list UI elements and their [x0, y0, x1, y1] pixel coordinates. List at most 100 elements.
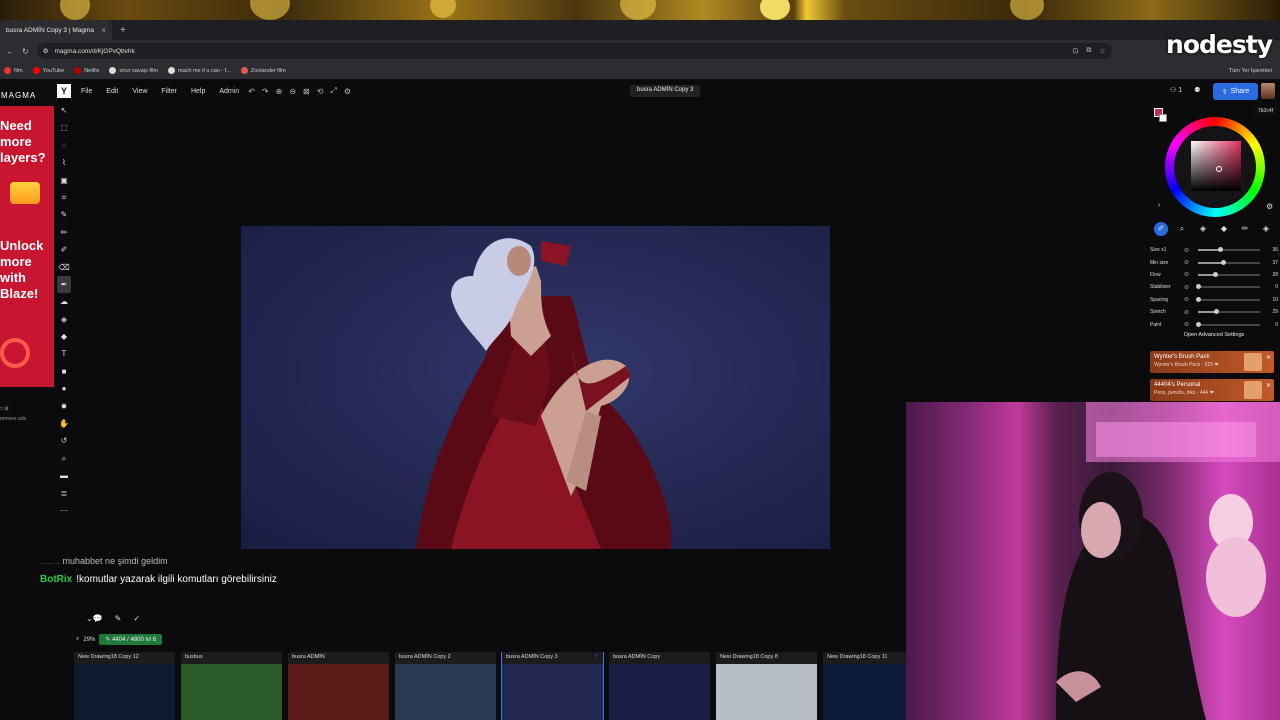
- guides-tool-icon[interactable]: ≣: [57, 485, 71, 502]
- hand-tool-icon[interactable]: ✋: [57, 415, 71, 432]
- rotate-view-icon[interactable]: ↺: [57, 432, 71, 449]
- pencil-tool-icon[interactable]: ✏: [57, 224, 71, 241]
- share-button[interactable]: ⇪ Share: [1213, 83, 1258, 100]
- zoom-icon[interactable]: ⌕: [76, 636, 79, 643]
- undo-icon[interactable]: ↶: [248, 87, 262, 96]
- new-tab-icon[interactable]: +: [120, 25, 126, 36]
- menu-filter[interactable]: Filter: [156, 88, 186, 95]
- check-icon[interactable]: ✓: [133, 614, 140, 623]
- fit-icon[interactable]: ⊠: [303, 87, 317, 96]
- bookmark-item[interactable]: Netflix: [74, 67, 99, 74]
- pressure-icon[interactable]: ⊘: [1184, 247, 1196, 254]
- slider-handle[interactable]: [1213, 309, 1219, 315]
- color-settings-icon[interactable]: ⚙: [1266, 202, 1273, 211]
- setting-slider[interactable]: [1198, 259, 1260, 265]
- bookmark-item[interactable]: Zoolander film: [240, 67, 286, 74]
- setting-slider[interactable]: [1198, 271, 1260, 277]
- bookmark-item[interactable]: onur savaşı film: [109, 67, 158, 74]
- add-user-icon[interactable]: ⚉: [1194, 87, 1200, 94]
- install-icon[interactable]: ⊡: [1073, 47, 1079, 55]
- brush-chat-icon[interactable]: ✎: [115, 614, 122, 623]
- chat-toggle-icon[interactable]: ⌄💬: [86, 614, 103, 623]
- pressure-icon[interactable]: ⊘: [1184, 309, 1196, 316]
- menu-view[interactable]: View: [127, 88, 156, 95]
- text-tool-icon[interactable]: T: [57, 345, 71, 362]
- brush-preset-6-icon[interactable]: ◈: [1259, 222, 1273, 236]
- slider-handle[interactable]: [1196, 296, 1201, 302]
- translate-icon[interactable]: ⧉: [1086, 47, 1091, 55]
- pressure-icon[interactable]: ⊘: [1184, 296, 1196, 303]
- brush-preset-1-icon[interactable]: ✐: [1154, 222, 1168, 236]
- zoom-in-icon[interactable]: ⊕: [276, 87, 290, 96]
- zoom-out-icon[interactable]: ⊖: [289, 87, 303, 96]
- smudge-tool-icon[interactable]: ☁: [57, 293, 71, 310]
- magic-wand-icon[interactable]: ⌇: [57, 154, 71, 171]
- close-tab-icon[interactable]: ×: [101, 26, 106, 35]
- drawing-thumbnail[interactable]: busbus: [181, 652, 282, 720]
- pressure-icon[interactable]: ⊘: [1184, 284, 1196, 291]
- zoom-level[interactable]: 29%: [83, 637, 95, 643]
- menu-file[interactable]: File: [76, 88, 101, 95]
- paint-brush-icon[interactable]: ✒: [57, 275, 71, 294]
- eraser-tool-icon[interactable]: ⌫: [57, 259, 71, 276]
- saturation-value-square[interactable]: [1191, 141, 1241, 191]
- bookmark-item[interactable]: film: [4, 67, 23, 74]
- site-info-icon[interactable]: ⚙: [43, 47, 49, 55]
- rotate-icon[interactable]: ⟲: [317, 87, 331, 96]
- pressure-icon[interactable]: ⊘: [1184, 321, 1196, 328]
- setting-slider[interactable]: [1198, 309, 1260, 315]
- crop-tool-icon[interactable]: ⌗: [57, 189, 71, 206]
- comment-tool-icon[interactable]: ▬: [57, 467, 71, 484]
- menu-edit[interactable]: Edit: [101, 88, 127, 95]
- close-icon[interactable]: ✕: [1266, 354, 1271, 361]
- setting-slider[interactable]: [1196, 284, 1260, 290]
- slider-handle[interactable]: [1196, 284, 1201, 290]
- more-tools-icon[interactable]: ⋯: [57, 502, 71, 519]
- url-field[interactable]: ⚙ magma.com/d/KjGPvQbvhk ⊡ ⧉ ☆: [36, 43, 1112, 59]
- drawing-thumbnail[interactable]: busra ADMİN Copy 3 ⋮: [501, 652, 604, 720]
- slider-handle[interactable]: [1213, 271, 1219, 277]
- brush-preset-4-icon[interactable]: ◆: [1217, 222, 1231, 236]
- brush-preset-5-icon[interactable]: ✏: [1238, 222, 1252, 236]
- drawing-thumbnail[interactable]: New Drawing18 Copy 11: [823, 652, 910, 720]
- reload-icon[interactable]: ↻: [22, 47, 29, 56]
- slider-handle[interactable]: [1217, 247, 1223, 253]
- expand-arrow-icon[interactable]: ›: [1158, 202, 1160, 209]
- menu-help[interactable]: Help: [186, 88, 214, 95]
- transform-tool-icon[interactable]: ▣: [57, 172, 71, 189]
- brush-preset-3-icon[interactable]: ◈: [1196, 222, 1210, 236]
- drawing-thumbnail[interactable]: busra ADMİN Copy 2: [395, 652, 496, 720]
- fullscreen-icon[interactable]: ⤢: [330, 86, 343, 96]
- rectangle-tool-icon[interactable]: ■: [57, 363, 71, 380]
- lasso-tool-icon[interactable]: ◌: [57, 137, 71, 154]
- zoom-tool-icon[interactable]: ⌕: [57, 450, 71, 467]
- all-bookmarks[interactable]: Tüm Yer İşaretleri: [1229, 68, 1272, 74]
- drawing-canvas[interactable]: [241, 226, 830, 549]
- drawing-thumbnail[interactable]: busra ADMİN Copy: [609, 652, 710, 720]
- color-wheel[interactable]: [1165, 117, 1265, 217]
- browser-tab[interactable]: busra ADMİN Copy 3 | Magma ×: [0, 20, 112, 40]
- eyedropper-icon[interactable]: ✎: [57, 206, 71, 223]
- open-advanced-settings-button[interactable]: Open Advanced Settings: [1148, 332, 1280, 338]
- bookmark-item[interactable]: mach me if u can - f...: [167, 67, 231, 74]
- bookmark-item[interactable]: YouTube: [32, 67, 64, 74]
- remove-ads[interactable]: □ ⊠ remove ads: [0, 404, 26, 424]
- brush-tool-icon[interactable]: ✐: [57, 241, 71, 258]
- bookmark-star-icon[interactable]: ☆: [1099, 47, 1105, 55]
- move-tool-icon[interactable]: ↖: [57, 102, 71, 119]
- drawing-thumbnail[interactable]: New Drawing18 Copy 8: [716, 652, 817, 720]
- slider-handle[interactable]: [1196, 321, 1201, 327]
- menu-admin[interactable]: Admin: [214, 88, 248, 95]
- shape-tool-icon[interactable]: ✸: [57, 398, 71, 415]
- color-hex-value[interactable]: 7b3c4f: [1255, 107, 1277, 115]
- redo-icon[interactable]: ↷: [262, 87, 276, 96]
- close-icon[interactable]: ✕: [1266, 382, 1271, 389]
- settings-icon[interactable]: ⚙: [344, 87, 358, 96]
- pressure-icon[interactable]: ⊘: [1184, 271, 1196, 278]
- ellipse-tool-icon[interactable]: ●: [57, 380, 71, 397]
- online-users[interactable]: ⚇ 1 ⚉: [1170, 86, 1200, 94]
- document-title[interactable]: busra ADMİN Copy 3: [630, 85, 701, 97]
- ad-banner[interactable]: MAGMA Need more layers? Unlock more with Blaz…: [0, 82, 54, 387]
- app-logo-icon[interactable]: Y: [57, 84, 71, 98]
- setting-slider[interactable]: [1198, 247, 1260, 253]
